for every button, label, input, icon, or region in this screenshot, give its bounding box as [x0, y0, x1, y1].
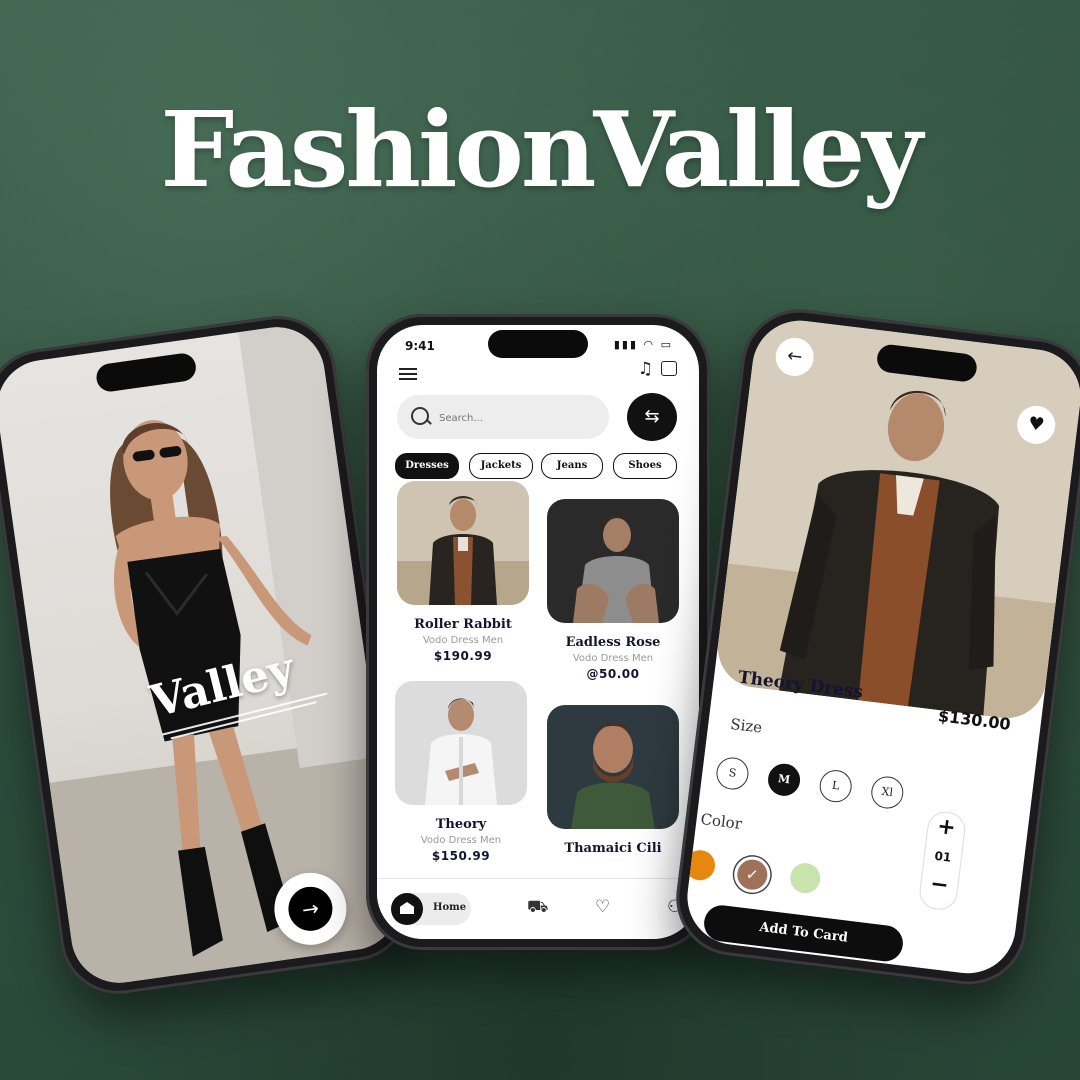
- product-name: Theory: [435, 817, 487, 832]
- shopping-bag-icon[interactable]: [661, 361, 677, 376]
- product-subtitle: Vodo Dress Men: [572, 653, 654, 664]
- color-label: Color: [699, 810, 743, 833]
- tab-home[interactable]: Home: [391, 893, 471, 925]
- heart-icon[interactable]: ♡: [595, 897, 610, 917]
- product-image: [397, 481, 529, 605]
- product-card[interactable]: Thamaici Cili: [547, 705, 679, 856]
- status-time: 9:41: [405, 339, 435, 353]
- phone-detail-screen: ← ♥ Theory Dress $130.00 Size S M L Xl C…: [669, 302, 1080, 992]
- chip-jeans[interactable]: Jeans: [541, 453, 603, 479]
- size-option-xl[interactable]: Xl: [869, 774, 906, 811]
- product-hero-image: [713, 315, 1080, 723]
- product-subtitle: Vodo Dress Men: [420, 835, 502, 846]
- color-swatch-selected[interactable]: ✓: [732, 854, 773, 895]
- product-subtitle: Vodo Dress Men: [422, 635, 504, 646]
- filter-button[interactable]: ⇆: [627, 393, 677, 441]
- color-swatch[interactable]: [788, 861, 822, 895]
- category-chips: Dresses Jackets Jeans Shoes: [395, 453, 695, 481]
- color-swatch[interactable]: [683, 848, 717, 882]
- bottom-tab-bar: Home ⛟ ♡ ⚇: [377, 878, 699, 939]
- product-card[interactable]: Roller Rabbit Vodo Dress Men $190.99: [397, 481, 529, 663]
- product-name: Thamaici Cili: [564, 841, 662, 856]
- check-icon: ✓: [744, 864, 760, 885]
- phone-welcome-screen: Valley →: [0, 308, 418, 1002]
- home-screen: 9:41 ▮▮▮ ◠ ▭ ♫ ⇆ Dresses Jackets Jeans S…: [377, 325, 699, 939]
- size-label: Size: [729, 714, 764, 737]
- product-price: $150.99: [431, 849, 491, 863]
- add-to-cart-button[interactable]: Add To Card: [702, 903, 905, 964]
- search-bar[interactable]: [397, 395, 609, 439]
- quantity-value: 01: [933, 848, 953, 865]
- product-price: @50.00: [586, 667, 640, 681]
- size-option-m[interactable]: M: [766, 761, 802, 798]
- product-price: $190.99: [433, 649, 493, 663]
- product-card[interactable]: Eadless Rose Vodo Dress Men @50.00: [547, 499, 679, 681]
- detail-screen: ← ♥ Theory Dress $130.00 Size S M L Xl C…: [681, 315, 1080, 979]
- product-image: [547, 705, 679, 829]
- search-input[interactable]: [437, 407, 591, 429]
- welcome-screen: Valley →: [0, 321, 406, 989]
- hamburger-menu-icon[interactable]: [399, 365, 417, 383]
- size-option-l[interactable]: L: [817, 768, 854, 804]
- chip-jackets[interactable]: Jackets: [469, 453, 533, 479]
- model-photo: [49, 321, 406, 989]
- decrement-button[interactable]: −: [920, 868, 959, 902]
- arrow-right-icon: →: [285, 883, 336, 934]
- heart-filled-icon: ♥: [1026, 412, 1046, 436]
- chip-dresses[interactable]: Dresses: [395, 453, 459, 479]
- increment-button[interactable]: +: [927, 811, 966, 845]
- size-option-s[interactable]: S: [714, 755, 751, 792]
- tab-home-label: Home: [433, 902, 467, 913]
- product-image: [547, 499, 679, 623]
- quantity-stepper: + 01 −: [917, 809, 968, 912]
- signal-wifi-battery-icon: ▮▮▮ ◠ ▭: [613, 338, 673, 351]
- product-name: Eadless Rose: [565, 635, 661, 650]
- chip-shoes[interactable]: Shoes: [613, 453, 677, 479]
- bell-icon[interactable]: ♫: [638, 359, 653, 379]
- product-image: [395, 681, 527, 805]
- swap-arrows-icon: ⇆: [644, 406, 660, 427]
- phone-home-screen: 9:41 ▮▮▮ ◠ ▭ ♫ ⇆ Dresses Jackets Jeans S…: [366, 314, 710, 950]
- product-card[interactable]: Theory Vodo Dress Men $150.99: [395, 681, 527, 863]
- product-name: Roller Rabbit: [414, 617, 512, 632]
- headline: FashionValley: [160, 88, 922, 211]
- arrow-left-icon: ←: [785, 345, 804, 368]
- cart-icon[interactable]: ⛟: [527, 897, 548, 919]
- dynamic-island: [488, 330, 588, 358]
- home-icon: [391, 893, 423, 925]
- search-icon: [411, 407, 429, 425]
